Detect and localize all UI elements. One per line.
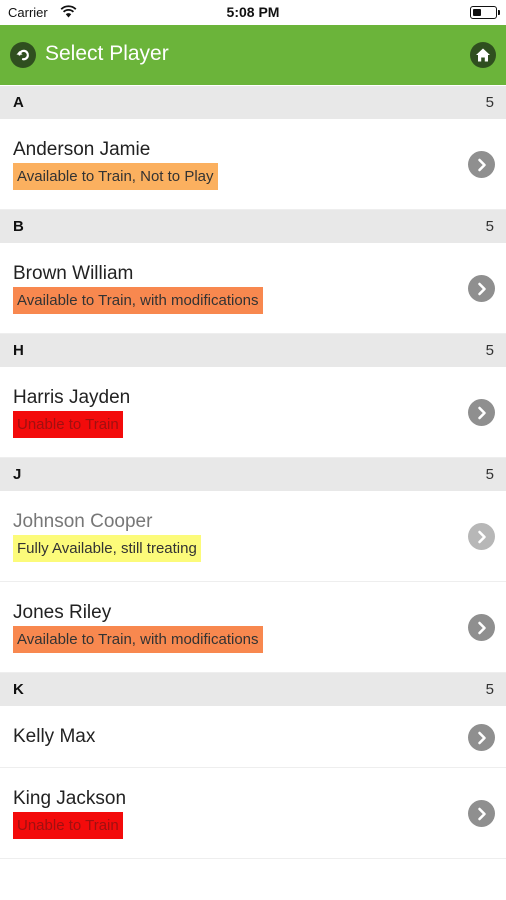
section-count: 5 <box>485 466 494 483</box>
chevron-right-icon[interactable] <box>468 523 495 550</box>
chevron-right-icon[interactable] <box>468 800 495 827</box>
battery-icon <box>470 6 500 19</box>
status-badge: Available to Train, with modifications <box>13 626 263 653</box>
section-letter: A <box>13 94 24 111</box>
chevron-right-icon[interactable] <box>468 275 495 302</box>
clock: 5:08 PM <box>226 4 280 20</box>
section-header-b: B 5 <box>0 210 506 243</box>
player-name: Anderson Jamie <box>13 139 151 160</box>
home-icon[interactable] <box>470 42 496 68</box>
status-badge: Unable to Train <box>13 812 123 839</box>
status-badge: Unable to Train <box>13 411 123 438</box>
player-name: Jones Riley <box>13 602 112 623</box>
player-name: King Jackson <box>13 788 127 809</box>
player-name: Johnson Cooper <box>13 511 153 532</box>
player-name: Harris Jayden <box>13 387 131 408</box>
section-letter: H <box>13 342 24 359</box>
player-row-kelly-max[interactable]: Kelly Max <box>0 706 506 768</box>
section-count: 5 <box>485 94 494 111</box>
player-row-johnson-cooper[interactable]: Johnson Cooper Fully Available, still tr… <box>0 491 506 582</box>
section-header-a: A 5 <box>0 86 506 119</box>
section-count: 5 <box>485 218 494 235</box>
nav-bar: Select Player <box>0 25 506 85</box>
section-letter: K <box>13 681 24 698</box>
back-arrow-icon[interactable] <box>10 42 36 68</box>
status-badge: Fully Available, still treating <box>13 535 201 562</box>
player-row-jones-riley[interactable]: Jones Riley Available to Train, with mod… <box>0 582 506 673</box>
status-bar: Carrier 5:08 PM <box>0 0 506 25</box>
status-badge: Available to Train, Not to Play <box>13 163 218 190</box>
section-letter: J <box>13 466 22 483</box>
section-header-h: H 5 <box>0 334 506 367</box>
player-row-anderson-jamie[interactable]: Anderson Jamie Available to Train, Not t… <box>0 119 506 210</box>
chevron-right-icon[interactable] <box>468 399 495 426</box>
section-count: 5 <box>485 342 494 359</box>
player-row-brown-william[interactable]: Brown William Available to Train, with m… <box>0 243 506 334</box>
player-name: Brown William <box>13 263 134 284</box>
player-row-king-jackson[interactable]: King Jackson Unable to Train <box>0 768 506 859</box>
status-badge: Available to Train, with modifications <box>13 287 263 314</box>
player-name: Kelly Max <box>13 726 96 747</box>
chevron-right-icon[interactable] <box>468 724 495 751</box>
section-letter: B <box>13 218 24 235</box>
chevron-right-icon[interactable] <box>468 614 495 641</box>
player-row-harris-jayden[interactable]: Harris Jayden Unable to Train <box>0 367 506 458</box>
section-header-k: K 5 <box>0 673 506 706</box>
chevron-right-icon[interactable] <box>468 151 495 178</box>
section-count: 5 <box>485 681 494 698</box>
page-title: Select Player <box>45 42 169 65</box>
player-list: A 5 Anderson Jamie Available to Train, N… <box>0 86 506 859</box>
section-header-j: J 5 <box>0 458 506 491</box>
